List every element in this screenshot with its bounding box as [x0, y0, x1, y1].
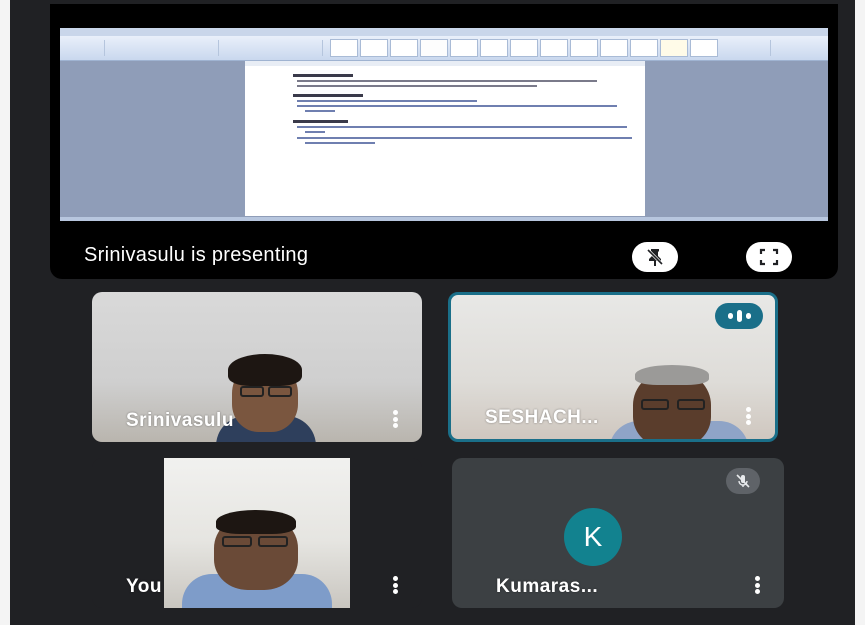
fullscreen-button[interactable] — [746, 242, 792, 272]
more-options-button[interactable] — [392, 410, 398, 428]
meeting-screen: Srinivasulu is presenting Srinivasulu SE… — [10, 0, 855, 625]
participant-tile-seshach[interactable]: SESHACH... — [448, 292, 778, 442]
avatar: K — [564, 508, 622, 566]
unpin-button[interactable] — [632, 242, 678, 272]
participant-name: You — [126, 576, 162, 597]
app-title-bar — [60, 28, 828, 36]
fullscreen-icon — [759, 248, 779, 266]
participant-tile-you[interactable]: You — [92, 458, 422, 608]
shared-screen-content — [60, 28, 828, 221]
presentation-panel[interactable]: Srinivasulu is presenting — [50, 4, 838, 279]
more-options-button[interactable] — [754, 576, 760, 594]
ribbon-toolbar — [60, 36, 828, 61]
pin-off-icon — [646, 248, 664, 266]
participant-tile-srinivasulu[interactable]: Srinivasulu — [92, 292, 422, 442]
speaking-indicator-icon — [715, 303, 763, 329]
mic-muted-indicator — [726, 468, 760, 494]
participant-name: Srinivasulu — [126, 410, 234, 431]
self-video — [164, 458, 350, 608]
presenting-label: Srinivasulu is presenting — [84, 244, 309, 266]
mic-off-icon — [736, 474, 750, 488]
participant-tile-kumaras[interactable]: K Kumaras... — [452, 458, 784, 608]
more-options-button[interactable] — [392, 576, 398, 594]
more-options-button[interactable] — [745, 407, 751, 425]
document-page — [245, 66, 645, 216]
participant-name: SESHACH... — [485, 407, 599, 428]
app-status-bar — [60, 217, 828, 221]
participant-name: Kumaras... — [496, 576, 599, 597]
